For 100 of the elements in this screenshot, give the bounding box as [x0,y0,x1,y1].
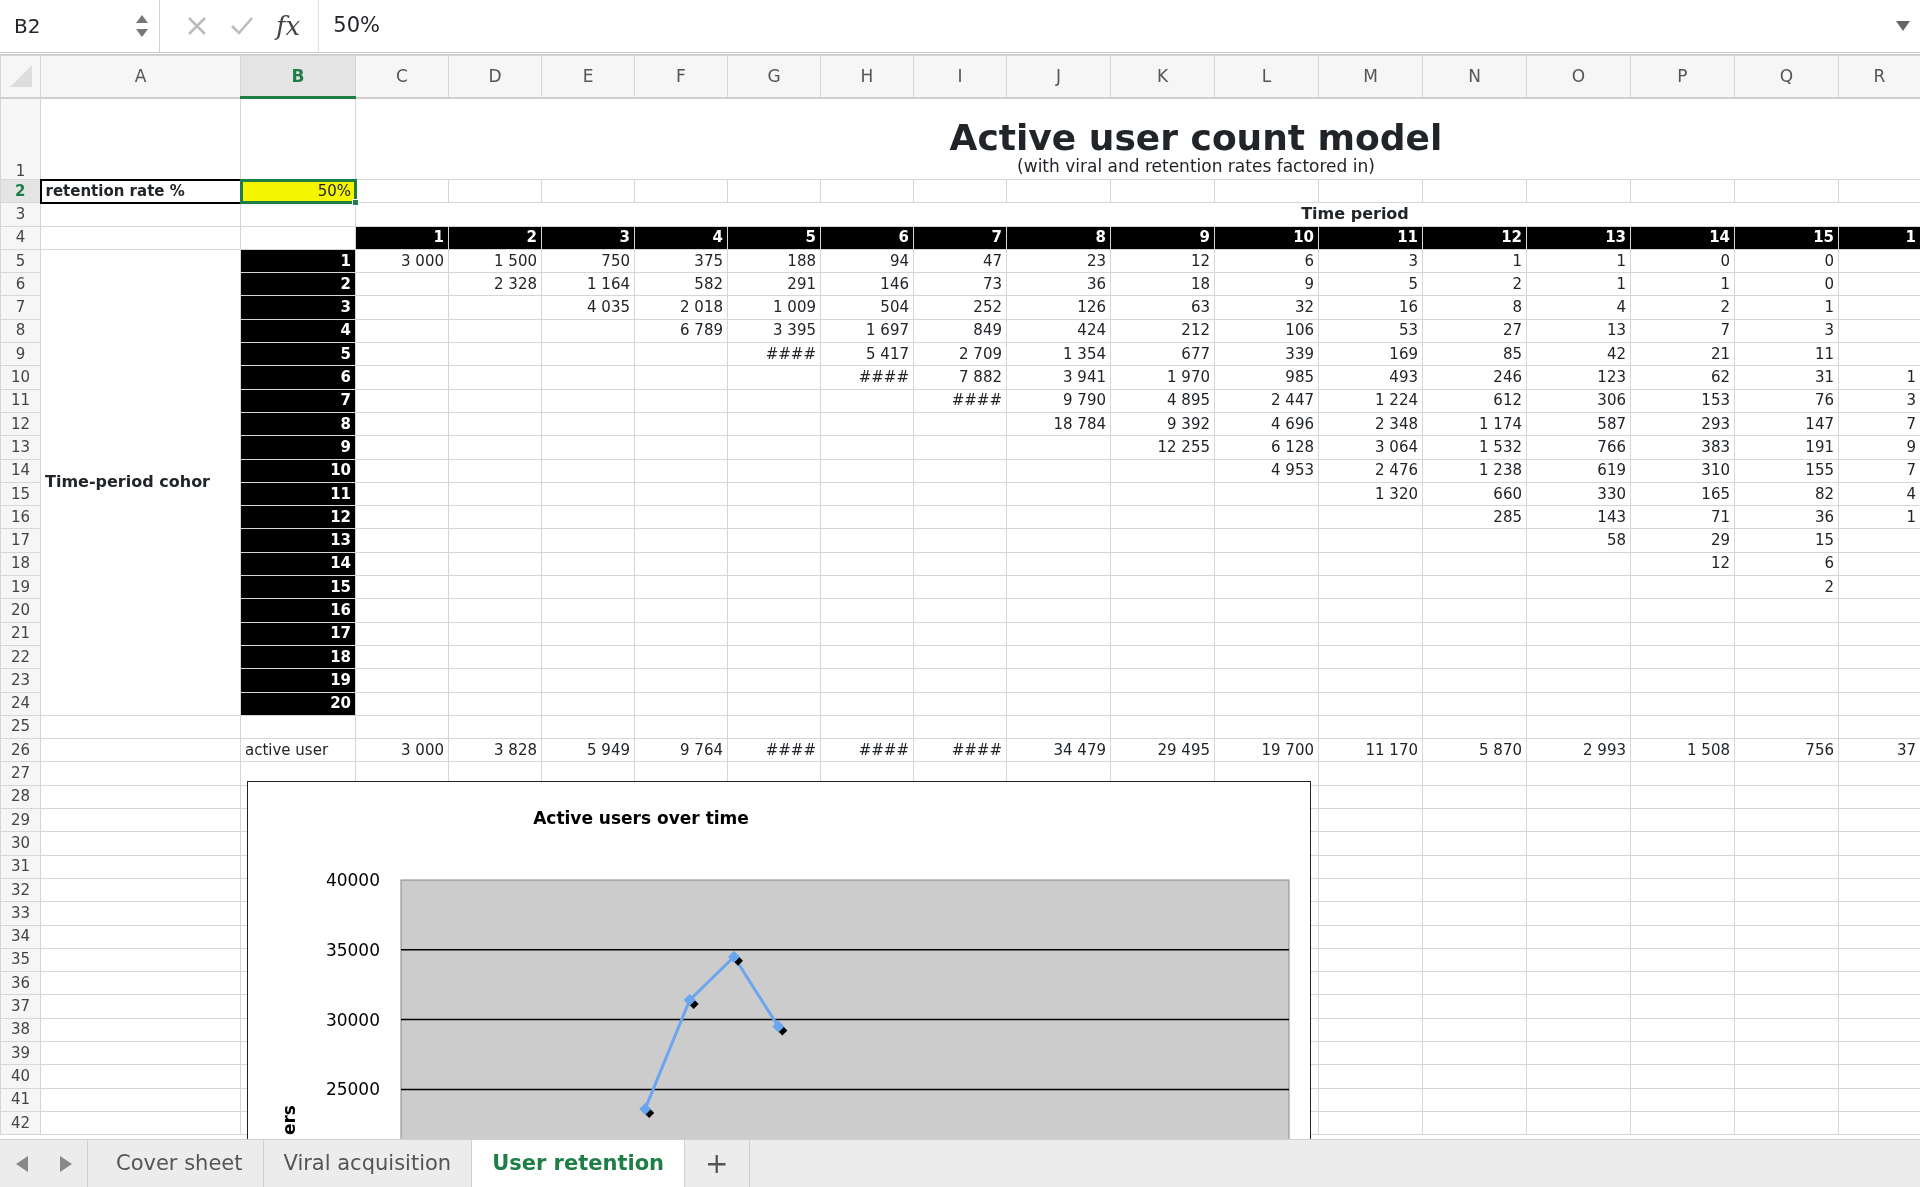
table-cell: 3 [1318,249,1423,273]
row-header[interactable]: 27 [0,761,41,786]
row-header-cell: 7 [240,389,356,413]
table-cell: 63 [1110,296,1215,320]
column-header[interactable]: K [1110,55,1215,98]
row-header[interactable]: 17 [0,528,41,553]
row-header[interactable]: 39 [0,1041,41,1065]
row-header[interactable]: 2 [0,179,41,203]
column-header[interactable]: J [1006,55,1111,98]
row-header[interactable]: 8 [0,319,41,343]
row-header[interactable]: 31 [0,855,41,879]
row-header[interactable]: 3 [0,202,41,227]
table-cell: 6 789 [634,319,728,343]
column-header-cell: 15 [1734,226,1839,250]
row-header[interactable]: 18 [0,552,41,576]
column-header[interactable]: A [40,55,241,98]
row-header[interactable]: 35 [0,948,41,972]
column-header[interactable]: R [1838,55,1920,98]
table-cell: 143 [1526,505,1631,529]
table-cell: 146 [820,272,914,296]
row-header[interactable]: 37 [0,994,41,1019]
row-header[interactable]: 23 [0,668,41,693]
row-header[interactable]: 10 [0,365,41,390]
column-header[interactable]: O [1526,55,1631,98]
row-header[interactable]: 25 [0,715,41,739]
column-header[interactable]: Q [1734,55,1839,98]
name-box-text: B2 [14,13,41,40]
row-header[interactable]: 5 [0,249,41,273]
table-cell: 285 [1422,505,1527,529]
table-cell: 330 [1526,482,1631,506]
table-cell: 29 495 [1110,738,1215,762]
row-header[interactable]: 11 [0,389,41,413]
table-cell: 1 174 [1422,412,1527,436]
row-header[interactable]: 21 [0,622,41,646]
column-header[interactable]: E [541,55,635,98]
table-cell: 1 [1734,296,1839,320]
formula-input[interactable]: 50% [319,10,1896,42]
column-header[interactable]: F [634,55,728,98]
table-cell: 15 [1734,528,1839,553]
row-header[interactable]: 7 [0,296,41,320]
row-header[interactable]: 28 [0,785,41,809]
row-header[interactable]: 4 [0,226,41,250]
row-header[interactable]: 36 [0,971,41,995]
row-header[interactable]: 13 [0,435,41,460]
row-header[interactable]: 20 [0,598,41,623]
row-header-cell: 3 [240,296,356,320]
row-header[interactable]: 12 [0,412,41,436]
column-header[interactable]: G [727,55,821,98]
table-cell: 23 [1006,249,1111,273]
column-header[interactable]: C [355,55,449,98]
table-cell: 29 [1630,528,1735,553]
column-header[interactable]: D [448,55,542,98]
row-header[interactable]: 42 [0,1111,41,1135]
row-header-cell: 6 [240,365,356,390]
fill-handle[interactable] [352,199,359,207]
table-cell: 1 500 [448,249,542,273]
column-header[interactable]: P [1630,55,1735,98]
row-header[interactable]: 38 [0,1018,41,1042]
row-header[interactable]: 16 [0,505,41,529]
column-header[interactable]: N [1422,55,1527,98]
row-header[interactable]: 26 [0,738,41,762]
row-header[interactable]: 19 [0,575,41,599]
table-cell: 42 [1526,342,1631,366]
input-cell[interactable]: 50% [240,179,356,203]
check-icon[interactable] [230,15,254,37]
row-header[interactable]: 6 [0,272,41,296]
row-header[interactable]: 32 [0,878,41,902]
function-label[interactable]: fx [276,6,301,46]
cancel-icon[interactable] [186,15,208,37]
row-header[interactable]: 41 [0,1088,41,1112]
column-header[interactable]: H [820,55,914,98]
column-header[interactable]: B [240,55,356,98]
row-header[interactable]: 40 [0,1064,41,1089]
dropdown-caret-icon[interactable] [1896,21,1910,31]
row-header[interactable]: 9 [0,342,41,366]
sheet-tab[interactable]: User retention [472,1140,686,1187]
row-header[interactable]: 24 [0,692,41,716]
row-header[interactable]: 34 [0,925,41,949]
table-cell: 5 [1318,272,1423,296]
row-header[interactable]: 15 [0,482,41,506]
table-cell: 6 [1214,249,1319,273]
stepper-icon[interactable] [135,13,149,39]
table-cell: 1 [1526,249,1631,273]
table-cell: 1 164 [541,272,635,296]
axis-title: ers [279,1105,299,1136]
row-header[interactable]: 33 [0,901,41,925]
table-cell: 5 870 [1422,738,1527,762]
column-header[interactable]: M [1318,55,1423,98]
table-cell: 3 000 [355,738,449,762]
row-header[interactable]: 1 [0,97,41,180]
row-header-cell: 13 [240,528,356,553]
row-header[interactable]: 14 [0,459,41,483]
column-header-cell: 10 [1214,226,1319,250]
row-header[interactable]: 29 [0,808,41,832]
row-header[interactable]: 22 [0,645,41,669]
table-cell: 155 [1734,459,1839,483]
column-header[interactable]: L [1214,55,1319,98]
column-header[interactable]: I [913,55,1007,98]
table-cell: 1 [1422,249,1527,273]
row-header[interactable]: 30 [0,831,41,856]
